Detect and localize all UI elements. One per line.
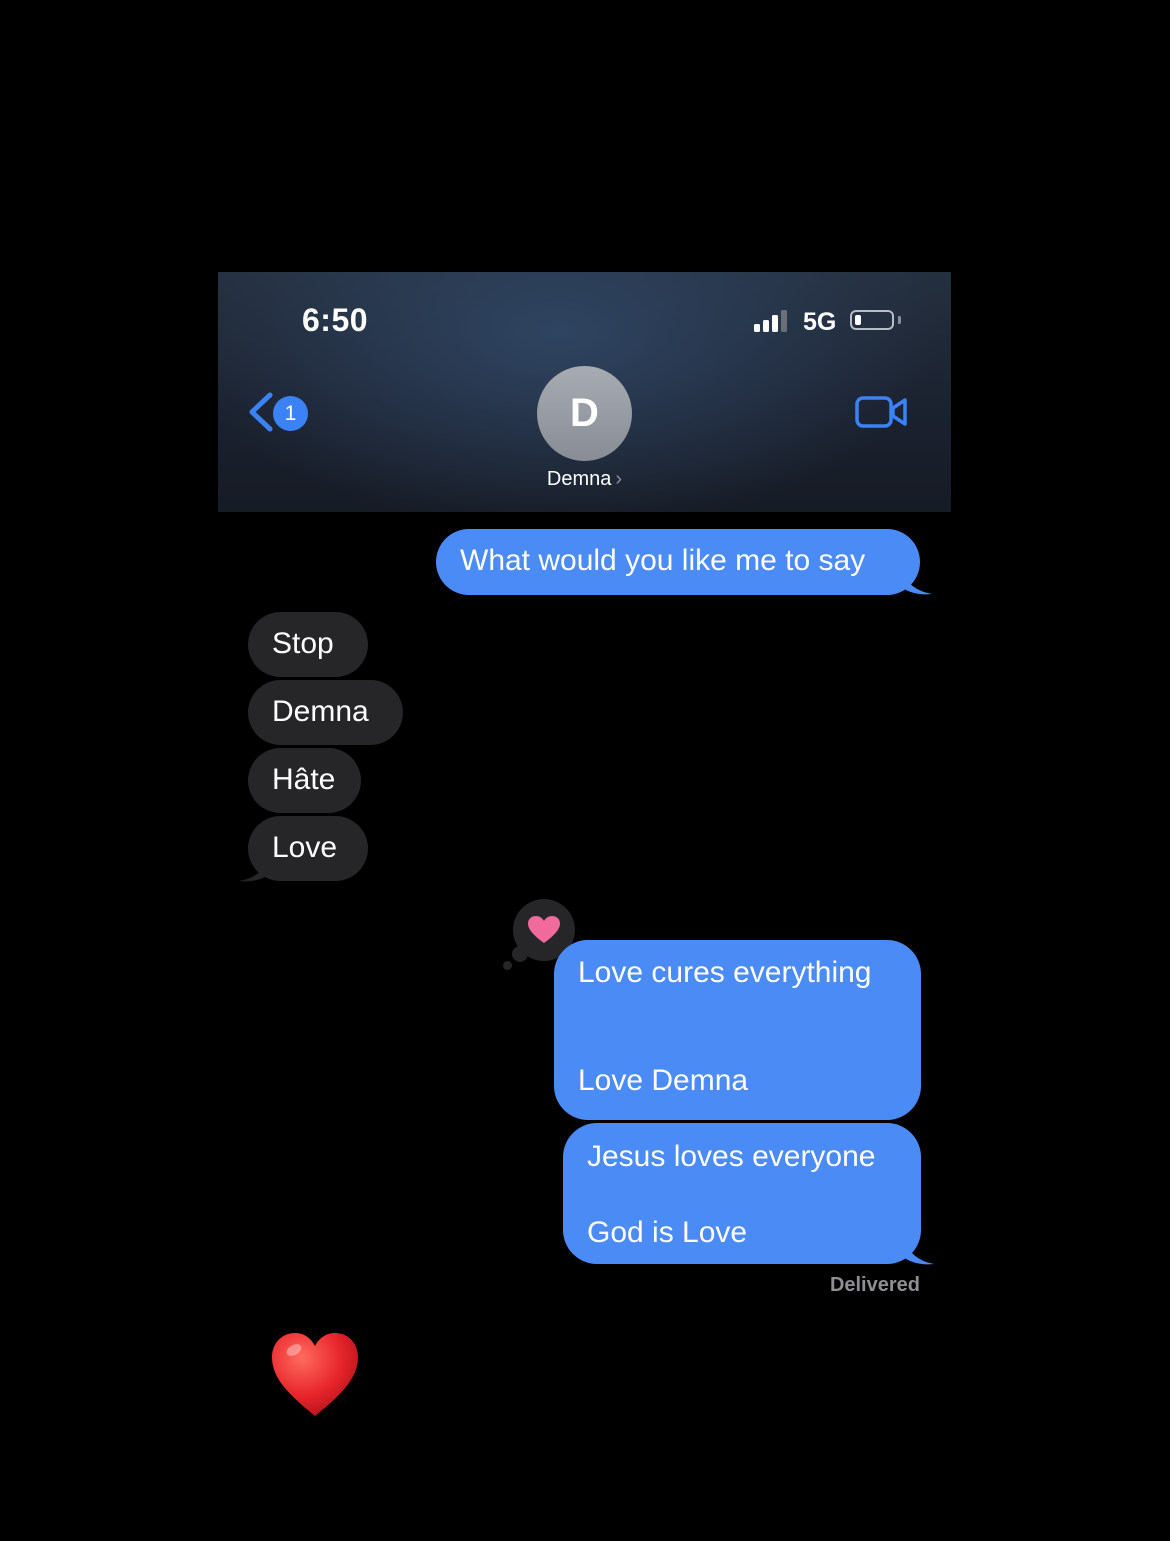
received-message[interactable]: Hâte	[248, 748, 361, 813]
network-type: 5G	[803, 308, 837, 336]
contact-name: Demna	[546, 468, 612, 490]
red-heart-emoji-icon	[272, 1333, 358, 1416]
received-message[interactable]: Love	[248, 816, 368, 881]
sent-message[interactable]: Jesus loves everyone God is Love	[563, 1123, 921, 1264]
tapback-tail-dot	[503, 961, 512, 970]
delivered-status: Delivered	[829, 1274, 920, 1296]
contact-avatar[interactable]: D	[537, 366, 632, 461]
conversation-header: 6:50 5G 1 D Demna ›	[218, 272, 951, 512]
received-message[interactable]: Demna	[248, 680, 403, 745]
sent-message[interactable]: What would you like me to say	[436, 529, 920, 595]
chevron-right-icon: ›	[615, 468, 623, 490]
heart-icon	[528, 916, 560, 943]
battery-cap	[898, 316, 901, 324]
cellular-signal-icon	[754, 310, 790, 332]
unread-count-badge[interactable]: 1	[273, 396, 308, 431]
status-time: 6:50	[302, 302, 369, 338]
received-message[interactable]: Stop	[248, 612, 368, 677]
contact-name-button[interactable]: Demna ›	[518, 468, 651, 491]
chevron-left-icon[interactable]	[246, 392, 276, 432]
battery-icon	[850, 310, 894, 330]
video-camera-icon[interactable]	[855, 394, 909, 430]
sent-message[interactable]: Love cures everything Love Demna	[554, 940, 921, 1120]
